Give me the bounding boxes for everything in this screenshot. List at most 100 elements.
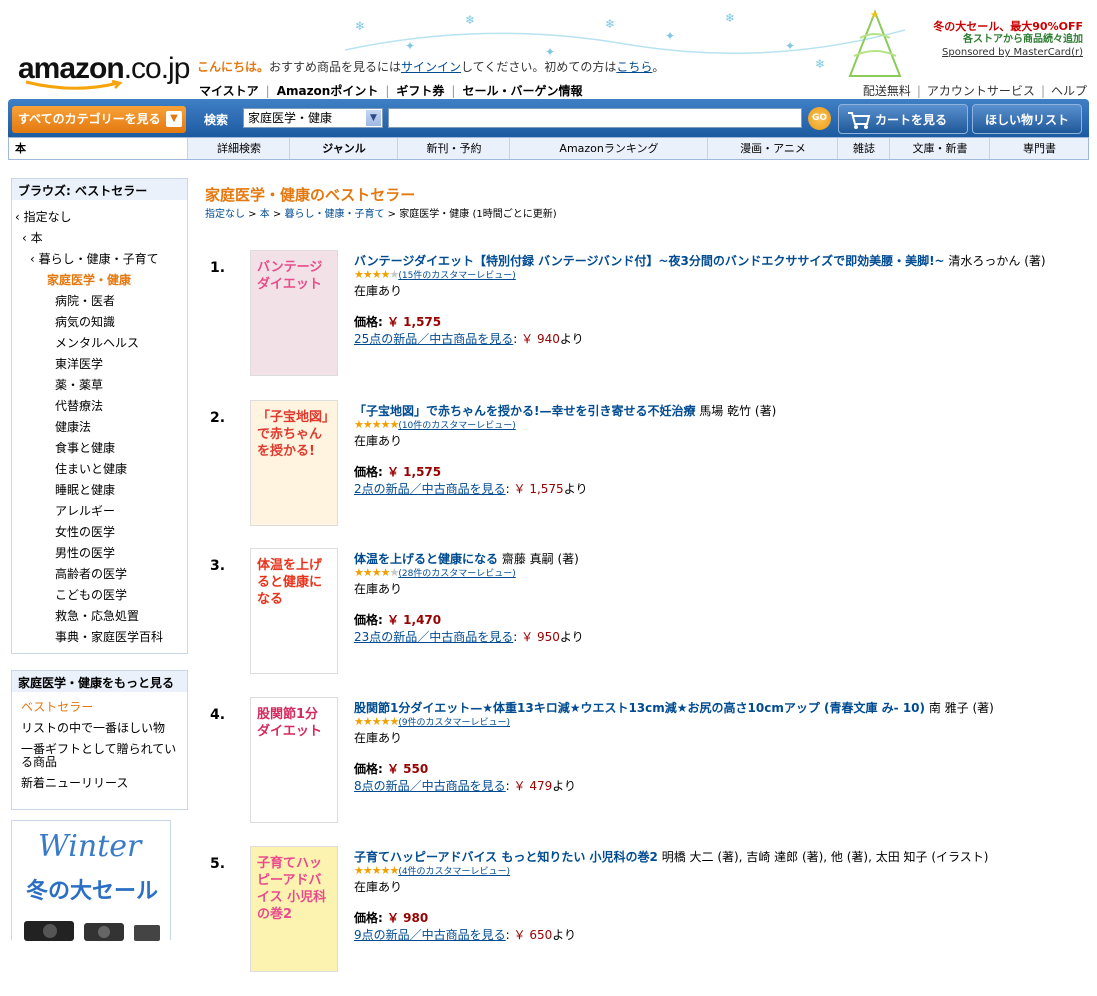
browse-item[interactable]: 代替療法 bbox=[55, 397, 103, 414]
breadcrumb-link[interactable]: 本 bbox=[260, 209, 270, 220]
review-count-link[interactable]: (10件のカスタマーレビュー) bbox=[398, 421, 515, 431]
subnav-label[interactable]: Amazonランキング bbox=[559, 142, 658, 155]
browse-link[interactable]: 健康法 bbox=[55, 420, 91, 434]
browse-link[interactable]: 女性の医学 bbox=[55, 525, 115, 539]
browse-item[interactable]: アレルギー bbox=[55, 502, 115, 519]
subnav-magazines[interactable]: 雑誌 bbox=[837, 138, 890, 159]
browse-link[interactable]: メンタルヘルス bbox=[55, 336, 139, 350]
product-title-link[interactable]: バンテージダイエット【特別付録 バンテージバンド付】~夜3分間のバンドエクササイ… bbox=[354, 254, 945, 268]
more-link[interactable]: リストの中で一番ほしい物 bbox=[21, 721, 165, 735]
book-cover-image[interactable]: 股関節1分ダイエット bbox=[250, 697, 338, 823]
winter-sale-banner[interactable]: Winter 冬の大セール bbox=[11, 820, 171, 941]
nav-free-shipping[interactable]: 配送無料 bbox=[863, 84, 911, 98]
browse-item[interactable]: こどもの医学 bbox=[55, 586, 127, 603]
browse-item[interactable]: 食事と健康 bbox=[55, 439, 115, 456]
breadcrumb-link[interactable]: 指定なし bbox=[205, 209, 245, 220]
subnav-home-books[interactable]: 本 bbox=[9, 138, 187, 159]
browse-link[interactable]: 東洋医学 bbox=[55, 357, 103, 371]
browse-link[interactable]: 代替療法 bbox=[55, 399, 103, 413]
browse-link[interactable]: 男性の医学 bbox=[55, 546, 115, 560]
browse-link[interactable]: こどもの医学 bbox=[55, 588, 127, 602]
browse-link[interactable]: 高齢者の医学 bbox=[55, 567, 127, 581]
star-rating-icon[interactable]: ★★★★★ bbox=[354, 566, 399, 579]
book-cover-image[interactable]: 子育てハッピーアドバイス 小児科の巻2 bbox=[250, 846, 338, 972]
browse-item[interactable]: 薬・薬草 bbox=[55, 376, 103, 393]
breadcrumb-link[interactable]: 暮らし・健康・子育て bbox=[285, 209, 385, 220]
browse-item[interactable]: 男性の医学 bbox=[55, 544, 115, 561]
subnav-label[interactable]: 文庫・新書 bbox=[913, 142, 968, 155]
subnav-advanced-search[interactable]: 詳細検索 bbox=[187, 138, 290, 159]
offers-link[interactable]: 23点の新品／中古商品を見る bbox=[354, 630, 513, 644]
nav-account[interactable]: アカウントサービス bbox=[927, 84, 1035, 98]
subnav-label[interactable]: 専門書 bbox=[1023, 142, 1056, 155]
browse-item[interactable]: メンタルヘルス bbox=[55, 334, 139, 351]
star-rating-icon[interactable]: ★★★★★ bbox=[354, 864, 399, 877]
wishlist-button[interactable]: ほしい物リスト bbox=[972, 104, 1082, 134]
product-title-link[interactable]: 体温を上げると健康になる bbox=[354, 552, 498, 566]
star-rating-icon[interactable]: ★★★★★ bbox=[354, 268, 399, 281]
book-cover-image[interactable]: 体温を上げると健康になる bbox=[250, 548, 338, 674]
browse-link[interactable]: 食事と健康 bbox=[55, 441, 115, 455]
review-count-link[interactable]: (9件のカスタマーレビュー) bbox=[398, 718, 510, 728]
browse-item[interactable]: 女性の医学 bbox=[55, 523, 115, 540]
browse-item[interactable]: 高齢者の医学 bbox=[55, 565, 127, 582]
offers-link[interactable]: 2点の新品／中古商品を見る bbox=[354, 482, 506, 496]
subnav-genre[interactable]: ジャンル bbox=[289, 138, 398, 159]
more-link[interactable]: ベストセラー bbox=[21, 700, 93, 714]
browse-link[interactable]: 救急・応急処置 bbox=[55, 609, 139, 623]
browse-link[interactable]: 事典・家庭医学百科 bbox=[55, 630, 163, 644]
browse-item[interactable]: 病気の知識 bbox=[55, 313, 115, 330]
product-title-link[interactable]: 股関節1分ダイエット—★体重13キロ減★ウエスト13cm減★お尻の高さ10cmア… bbox=[354, 701, 925, 715]
signin-link[interactable]: サインイン bbox=[401, 60, 461, 74]
cart-button[interactable]: カートを見る bbox=[838, 104, 968, 134]
search-category-select[interactable]: 家庭医学・健康 ▼ bbox=[243, 108, 383, 128]
more-link[interactable]: 一番ギフトとして贈られている商品 bbox=[21, 742, 176, 769]
nav-my-store[interactable]: マイストア bbox=[199, 84, 259, 98]
browse-link[interactable]: ‹ 指定なし bbox=[15, 210, 72, 224]
browse-item[interactable]: 健康法 bbox=[55, 418, 91, 435]
review-count-link[interactable]: (28件のカスタマーレビュー) bbox=[398, 569, 515, 579]
subnav-technical[interactable]: 専門書 bbox=[989, 138, 1089, 159]
subnav-label[interactable]: 漫画・アニメ bbox=[740, 142, 806, 155]
browse-item[interactable]: 病院・医者 bbox=[55, 292, 115, 309]
nav-help[interactable]: ヘルプ bbox=[1051, 84, 1087, 98]
nav-sale[interactable]: セール・バーゲン情報 bbox=[462, 84, 582, 98]
book-cover-image[interactable]: バンテージダイエット bbox=[250, 250, 338, 376]
browse-link[interactable]: ‹ 暮らし・健康・子育て bbox=[30, 252, 159, 266]
browse-item[interactable]: 睡眠と健康 bbox=[55, 481, 115, 498]
subnav-ranking[interactable]: Amazonランキング bbox=[509, 138, 708, 159]
star-rating-icon[interactable]: ★★★★★ bbox=[354, 715, 399, 728]
browse-link[interactable]: 睡眠と健康 bbox=[55, 483, 115, 497]
more-item-gifted[interactable]: 一番ギフトとして贈られている商品 bbox=[21, 743, 186, 769]
all-categories-button[interactable]: すべてのカテゴリーを見る ▼ bbox=[12, 106, 186, 133]
register-link[interactable]: こちら bbox=[616, 60, 652, 74]
subnav-manga[interactable]: 漫画・アニメ bbox=[707, 138, 838, 159]
star-rating-icon[interactable]: ★★★★★ bbox=[354, 418, 399, 431]
more-item-wished[interactable]: リストの中で一番ほしい物 bbox=[21, 722, 165, 735]
browse-item[interactable]: 住まいと健康 bbox=[55, 460, 127, 477]
subnav-home-label[interactable]: 本 bbox=[15, 142, 26, 155]
more-link[interactable]: 新着ニューリリース bbox=[21, 776, 128, 790]
offers-link[interactable]: 25点の新品／中古商品を見る bbox=[354, 332, 513, 346]
subnav-label[interactable]: ジャンル bbox=[322, 142, 365, 155]
browse-item[interactable]: 救急・応急処置 bbox=[55, 607, 139, 624]
review-count-link[interactable]: (4件のカスタマーレビュー) bbox=[398, 867, 510, 877]
subnav-label[interactable]: 詳細検索 bbox=[217, 142, 261, 155]
book-cover-image[interactable]: 「子宝地図」で赤ちゃんを授かる! bbox=[250, 400, 338, 526]
browse-link[interactable]: 病気の知識 bbox=[55, 315, 115, 329]
browse-item[interactable]: 東洋医学 bbox=[55, 355, 103, 372]
search-go-button[interactable]: GO bbox=[808, 107, 831, 130]
subnav-label[interactable]: 新刊・予約 bbox=[427, 142, 482, 155]
promo-sponsor[interactable]: Sponsored by MasterCard(r) bbox=[933, 46, 1083, 59]
subnav-bunko[interactable]: 文庫・新書 bbox=[889, 138, 990, 159]
browse-item[interactable]: ‹ 暮らし・健康・子育て bbox=[30, 250, 159, 267]
browse-item[interactable]: ‹ 指定なし bbox=[15, 208, 72, 225]
search-input[interactable] bbox=[388, 108, 802, 128]
browse-link[interactable]: 住まいと健康 bbox=[55, 462, 127, 476]
browse-link[interactable]: 薬・薬草 bbox=[55, 378, 103, 392]
browse-link[interactable]: 病院・医者 bbox=[55, 294, 115, 308]
subnav-new-releases[interactable]: 新刊・予約 bbox=[397, 138, 510, 159]
browse-link[interactable]: ‹ 本 bbox=[22, 231, 43, 245]
browse-link[interactable]: アレルギー bbox=[55, 504, 115, 518]
more-item-new[interactable]: 新着ニューリリース bbox=[21, 777, 128, 790]
